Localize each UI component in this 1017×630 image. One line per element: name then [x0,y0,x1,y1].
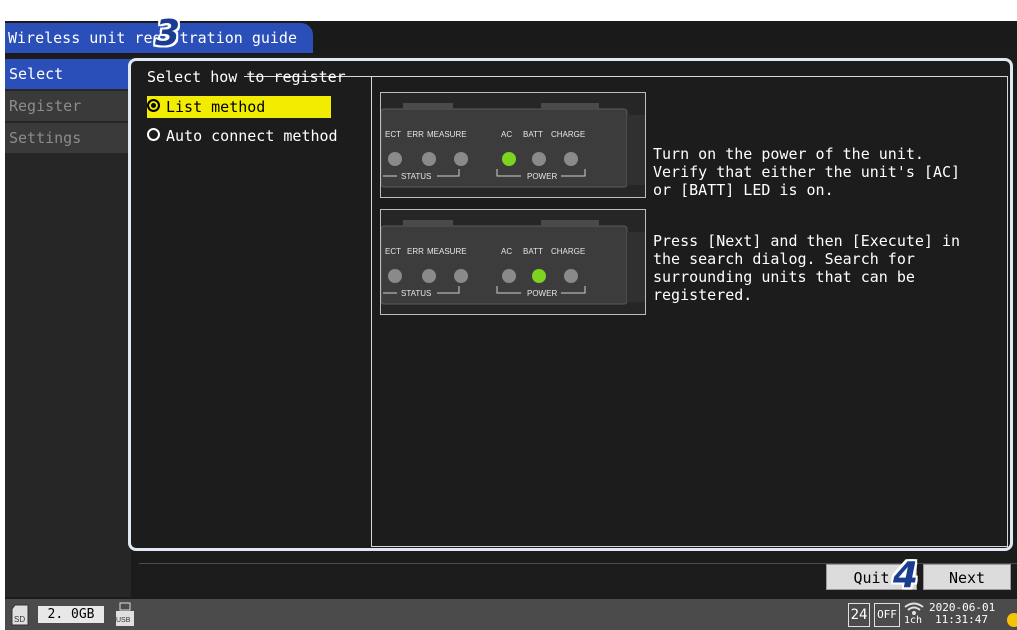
radio-unselected-icon [147,128,160,141]
sidebar: Select Register Settings [5,59,131,597]
led-err-icon [422,152,436,166]
step1-description: Turn on the power of the unit. Verify th… [653,145,961,199]
led-label-ac: AC [501,247,512,256]
power-group-label: POWER [527,172,557,181]
sd-card-icon: SD [11,604,29,626]
led-err-icon [422,269,436,283]
unit-led-panel-ac: ECT ERR MEASURE AC BATT CHARGE STATUS PO… [380,92,646,198]
led-label-charge: CHARGE [551,247,585,256]
led-label-measure: MEASURE [427,247,467,256]
led-panel-illustration: ECT ERR MEASURE AC BATT CHARGE STATUS PO… [381,210,645,314]
led-panel-illustration: ECT ERR MEASURE AC BATT CHARGE STATUS PO… [381,93,645,197]
radio-list-method[interactable]: List method [147,96,331,118]
led-label-ect: ECT [385,130,401,139]
led-label-batt: BATT [523,130,543,139]
led-batt-icon [532,269,546,283]
sidebar-item-select[interactable]: Select [5,59,131,89]
led-batt-icon [532,152,546,166]
led-label-charge: CHARGE [551,130,585,139]
led-charge-icon [564,152,578,166]
radio-label: List method [166,98,266,116]
led-measure-icon [454,269,468,283]
led-label-batt: BATT [523,247,543,256]
led-ect-icon [388,269,402,283]
usb-icon: USB [116,602,134,626]
temperature-badge: 24 [848,603,870,627]
radio-selected-icon [147,99,160,112]
panel-divider [371,76,372,547]
sidebar-item-register[interactable]: Register [5,91,131,121]
led-label-ect: ECT [385,247,401,256]
led-label-err: ERR [407,247,424,256]
led-label-ac: AC [501,130,512,139]
select-group-legend: Select how to register [147,68,346,86]
led-ac-icon [502,152,516,166]
device-screen: Wireless unit registration guide Select … [5,21,1017,630]
led-charge-icon [564,269,578,283]
status-group-label: STATUS [401,289,431,298]
status-bar: SD 2. 0GB USB 24 OFF 1ch 2020-06-01 11:3… [5,599,1017,630]
led-ac-icon [502,269,516,283]
radio-label: Auto connect method [166,127,338,145]
led-label-measure: MEASURE [427,130,467,139]
callout-number-3: 3 [155,13,181,54]
unit-led-panel-batt: ECT ERR MEASURE AC BATT CHARGE STATUS PO… [380,209,646,315]
led-label-err: ERR [407,130,424,139]
time-label: 11:31:47 [935,613,988,626]
wifi-icon [904,602,924,615]
svg-text:SD: SD [14,615,25,624]
step2-description: Press [Next] and then [Execute] in the s… [653,232,961,304]
group-border-bottom [372,546,1008,547]
group-border-top [244,76,1007,77]
led-measure-icon [454,152,468,166]
radio-auto-connect-method[interactable]: Auto connect method [147,125,369,147]
callout-number-4: 4 [893,555,919,596]
trigger-off-badge: OFF [874,603,900,627]
svg-text:USB: USB [116,617,131,624]
storage-capacity: 2. 0GB [38,606,104,623]
sidebar-item-settings[interactable]: Settings [5,123,131,153]
battery-indicator-icon [1007,613,1017,627]
power-group-label: POWER [527,289,557,298]
led-ect-icon [388,152,402,166]
next-button[interactable]: Next [923,564,1011,590]
channel-label: 1ch [904,615,923,626]
group-border-right [1007,76,1008,546]
status-group-label: STATUS [401,172,431,181]
